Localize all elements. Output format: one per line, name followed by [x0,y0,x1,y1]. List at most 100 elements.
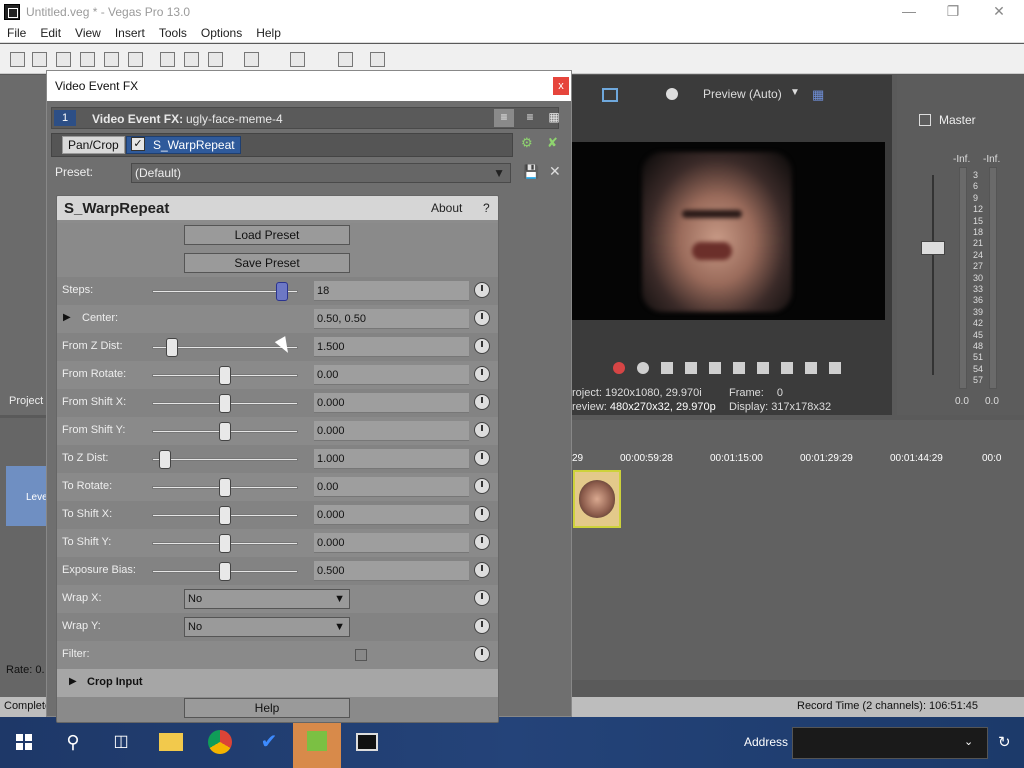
external-monitor-icon[interactable] [602,88,618,102]
pan-crop-chain-button[interactable]: Pan/Crop [62,136,125,154]
refresh-icon[interactable]: ↻ [998,733,1011,751]
render-icon[interactable] [104,52,119,67]
keyframe-clock-icon[interactable] [474,310,490,326]
from-shift-y-slider-thumb[interactable] [219,422,231,441]
open-icon[interactable] [32,52,47,67]
from-z-dist-slider-thumb[interactable] [166,338,179,357]
to-shift-x-slider-thumb[interactable] [219,506,231,525]
project-tab[interactable]: Project [9,395,43,407]
active-app-icon[interactable] [293,717,341,768]
pause-icon[interactable] [709,362,721,374]
loop-icon[interactable] [637,362,649,374]
keyframe-clock-icon[interactable] [474,394,490,410]
view-grid-icon[interactable]: ▦ [544,109,564,127]
paste-icon[interactable] [208,52,223,67]
expand-arrow-icon[interactable]: ▶ [69,676,77,687]
from-rotate-value-field[interactable]: 0.00 [314,365,469,385]
redo-icon[interactable] [290,52,305,67]
plugin-chain-icon[interactable]: ⚙ [521,135,537,153]
task-view-icon[interactable]: ◫ [104,725,138,759]
preset-dropdown[interactable]: (Default) ▼ [131,163,511,183]
view-list-icon[interactable]: ≡ [494,109,514,127]
to-z-dist-slider-track[interactable] [152,458,298,461]
exposure-bias-slider-thumb[interactable] [219,562,231,581]
preview-fx-icon[interactable] [666,88,678,100]
go-to-end-icon[interactable] [781,362,793,374]
save-icon[interactable] [56,52,71,67]
master-fader-thumb[interactable] [921,241,945,255]
windows-start-icon[interactable] [8,725,42,759]
search-icon[interactable]: ⚲ [56,725,90,759]
remove-plugin-icon[interactable]: ✘ [547,135,563,153]
menu-view[interactable]: View [68,26,108,40]
from-shift-y-value-field[interactable]: 0.000 [314,421,469,441]
to-shift-y-slider-thumb[interactable] [219,534,231,553]
to-rotate-value-field[interactable]: 0.00 [314,477,469,497]
wrap-y-dropdown[interactable]: No ▼ [184,617,350,637]
exposure-bias-value-field[interactable]: 0.500 [314,561,469,581]
cut-icon[interactable] [160,52,175,67]
play-icon[interactable] [685,362,697,374]
play-from-start-icon[interactable] [661,362,673,374]
menu-file[interactable]: File [0,26,33,40]
keyframe-clock-icon[interactable] [474,422,490,438]
keyframe-clock-icon[interactable] [474,562,490,578]
to-z-dist-slider-thumb[interactable] [159,450,172,469]
keyframe-clock-icon[interactable] [474,450,490,466]
keyframe-clock-icon[interactable] [474,618,490,634]
preview-quality-dropdown[interactable]: Preview (Auto) [703,87,782,101]
view-detail-icon[interactable]: ≡ [520,109,540,127]
to-shift-y-value-field[interactable]: 0.000 [314,533,469,553]
address-input[interactable] [792,727,988,759]
maximize-button[interactable]: ❐ [930,0,976,23]
menu-insert[interactable]: Insert [108,26,152,40]
close-button[interactable]: ✕ [976,0,1022,23]
fx-close-button[interactable]: x [553,77,569,95]
help-button[interactable]: Help [184,698,350,718]
about-button[interactable]: About [431,201,462,215]
sweep-icon[interactable] [338,52,353,67]
steps-value-field[interactable]: 18 [314,281,469,301]
to-rotate-slider-thumb[interactable] [219,478,231,497]
to-shift-x-value-field[interactable]: 0.000 [314,505,469,525]
filter-checkbox[interactable] [355,649,367,661]
from-rotate-slider-thumb[interactable] [219,366,231,385]
keyframe-clock-icon[interactable] [474,590,490,606]
keyframe-clock-icon[interactable] [474,338,490,354]
minimize-button[interactable]: — [886,0,932,23]
stop-icon[interactable] [733,362,745,374]
new-icon[interactable] [10,52,25,67]
expand-arrow-icon[interactable]: ▶ [63,312,71,323]
keyframe-clock-icon[interactable] [474,534,490,550]
file-explorer-icon[interactable] [154,725,188,759]
delete-preset-icon[interactable]: ✕ [549,163,561,180]
steps-slider-thumb[interactable] [275,282,288,301]
copy-icon[interactable] [184,52,199,67]
menu-help[interactable]: Help [249,26,288,40]
from-z-dist-value-field[interactable]: 1.500 [314,337,469,357]
wrap-x-dropdown[interactable]: No ▼ [184,589,350,609]
keyframe-clock-icon[interactable] [474,646,490,662]
menu-edit[interactable]: Edit [33,26,68,40]
whats-this-icon[interactable] [370,52,385,67]
chevron-down-icon[interactable]: ▼ [790,87,800,98]
prev-frame-icon[interactable] [805,362,817,374]
plugin-help-button[interactable]: ? [483,201,490,215]
vegas-taskbar-icon[interactable] [350,725,384,759]
keyframe-clock-icon[interactable] [474,478,490,494]
track-header[interactable]: Leve [6,466,48,526]
from-shift-x-value-field[interactable]: 0.000 [314,393,469,413]
keyframe-clock-icon[interactable] [474,366,490,382]
save-as-icon[interactable] [80,52,95,67]
load-preset-button[interactable]: Load Preset [184,225,350,245]
crop-input-section[interactable]: ▶ Crop Input [57,669,498,697]
record-icon[interactable] [613,362,625,374]
save-preset-icon[interactable]: 💾 [523,164,539,180]
overlays-icon[interactable]: ▦ [812,87,824,103]
menu-options[interactable]: Options [194,26,249,40]
undo-icon[interactable] [244,52,259,67]
keyframe-clock-icon[interactable] [474,282,490,298]
go-to-start-icon[interactable] [757,362,769,374]
keyframe-clock-icon[interactable] [474,506,490,522]
video-clip-thumbnail[interactable] [573,470,621,528]
